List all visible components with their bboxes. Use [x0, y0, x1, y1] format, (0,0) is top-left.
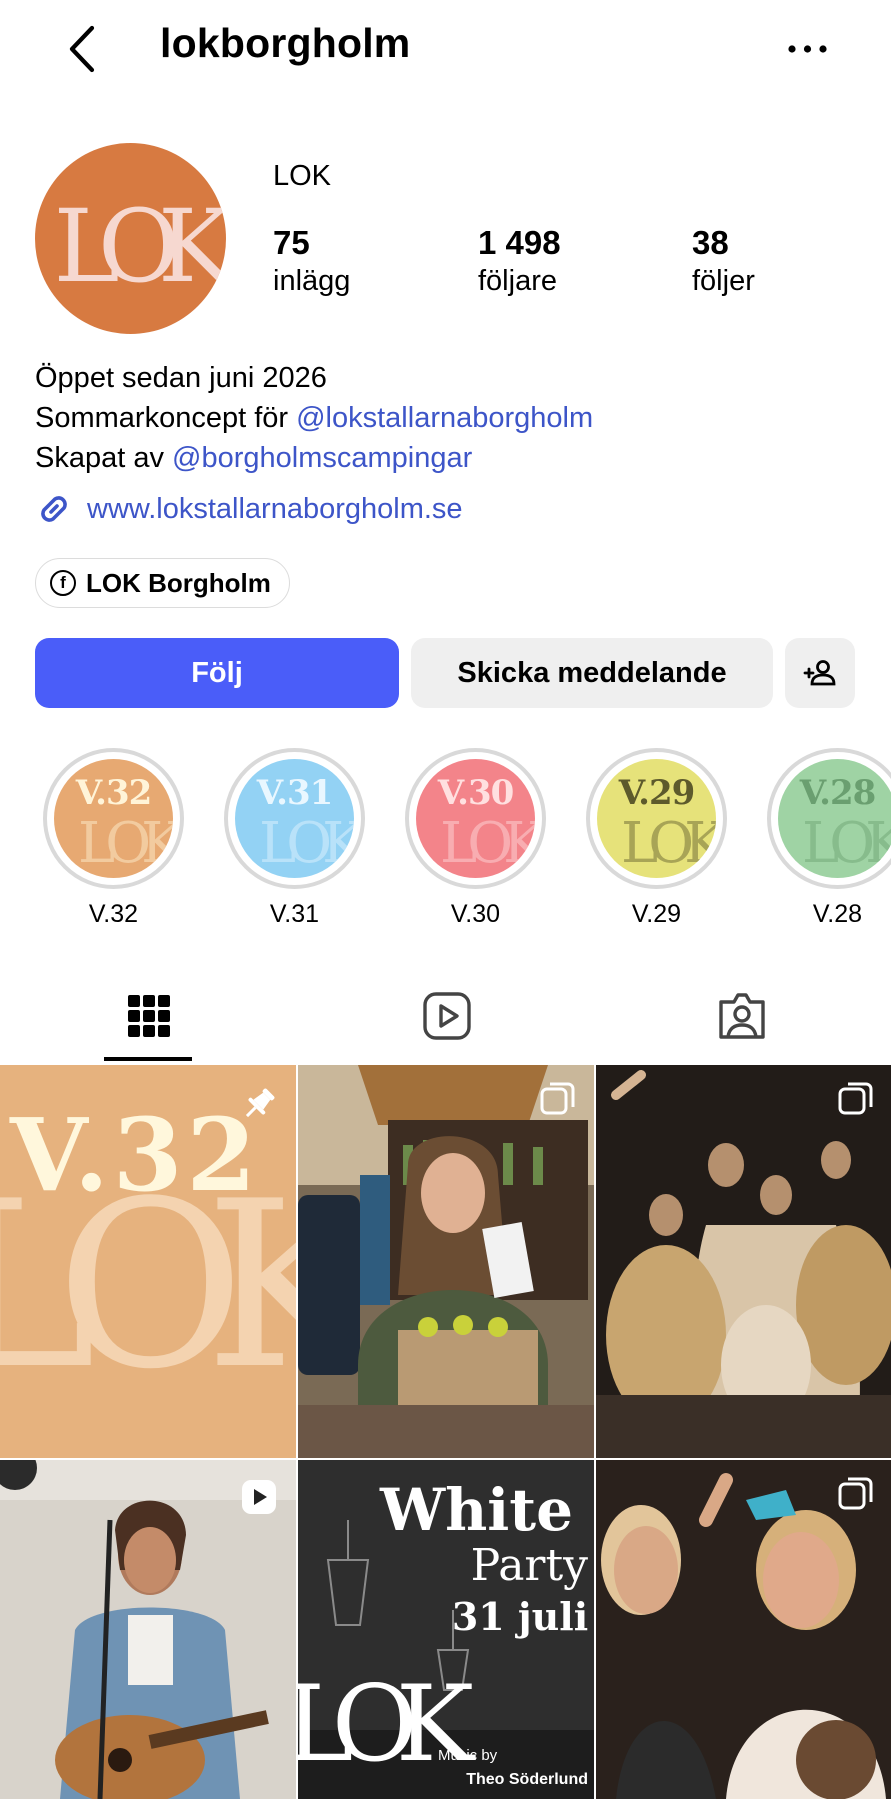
display-name: LOK	[273, 160, 332, 192]
carousel-icon	[838, 1082, 873, 1115]
follow-button[interactable]: Följ	[35, 638, 399, 708]
facebook-chip-label: LOK Borgholm	[86, 567, 271, 598]
tab-reels[interactable]	[298, 972, 596, 1060]
highlight-label: V.30	[450, 900, 501, 928]
post-title-text: V.32	[9, 1096, 260, 1214]
reels-icon	[423, 992, 471, 1040]
grid-icon	[128, 995, 170, 1037]
highlight-cover: V.32 LOK	[54, 759, 173, 878]
post-title-white: White	[379, 1476, 573, 1544]
highlight-v30[interactable]: V.30 LOK	[405, 748, 546, 889]
post-tile[interactable]	[596, 1460, 891, 1799]
carousel-icon	[838, 1477, 873, 1510]
post-logo-text: LOK	[298, 1663, 477, 1785]
post-photo-bartender	[298, 1065, 594, 1458]
tab-tagged[interactable]	[593, 972, 891, 1060]
highlight-logo: LOK	[621, 811, 716, 876]
highlight-label: V.31	[269, 900, 320, 928]
suggested-users-button[interactable]	[785, 638, 855, 708]
post-photo-crowd-dancing	[596, 1065, 891, 1458]
highlight-cover-text: V.28	[799, 773, 877, 813]
more-icon	[788, 45, 827, 53]
post-date: 31 juli	[452, 1594, 588, 1639]
active-tab-indicator	[104, 1057, 192, 1061]
website-link[interactable]: www.lokstallarnaborgholm.se	[35, 490, 463, 528]
highlight-label: V.29	[631, 900, 682, 928]
link-icon	[41, 496, 67, 522]
add-person-icon	[803, 660, 836, 686]
highlight-cover: V.30 LOK	[416, 759, 535, 878]
mention-link[interactable]: @lokstallarnaborgholm	[296, 402, 593, 434]
highlight-label: V.28	[812, 900, 863, 928]
post-tile[interactable]: LOK V.32	[0, 1065, 296, 1458]
following-count[interactable]: 38	[692, 224, 729, 262]
highlight-cover: V.29 LOK	[597, 759, 716, 878]
posts-label[interactable]: inlägg	[273, 265, 350, 298]
highlight-v29[interactable]: V.29 LOK	[586, 748, 727, 889]
post-tile[interactable]	[0, 1460, 296, 1799]
post-tile[interactable]	[596, 1065, 891, 1458]
bio-text: Sommarkoncept för	[35, 402, 297, 434]
more-options-button[interactable]	[785, 34, 830, 64]
reel-play-icon	[242, 1480, 276, 1514]
bio-text: Skapat av	[35, 442, 173, 474]
tagged-person-icon	[719, 993, 765, 1039]
highlight-v31[interactable]: V.31 LOK	[224, 748, 365, 889]
highlight-logo: LOK	[440, 811, 535, 876]
highlight-cover-text: V.29	[618, 773, 696, 813]
posts-count[interactable]: 75	[273, 224, 310, 262]
post-artist-name: Theo Söderlund	[466, 1771, 588, 1788]
bio-line-3: Skapat av @borgholmscampingar	[35, 442, 472, 475]
highlight-logo: LOK	[259, 811, 354, 876]
post-music-by: Music by	[438, 1747, 498, 1764]
following-label[interactable]: följer	[692, 265, 755, 298]
highlight-logo: LOK	[78, 811, 173, 876]
tab-posts-grid[interactable]	[0, 972, 298, 1060]
highlight-cover: V.31 LOK	[235, 759, 354, 878]
bio-line-1: Öppet sedan juni 2026	[35, 362, 327, 394]
profile-avatar[interactable]: LOK	[35, 143, 226, 334]
highlight-label: V.32	[88, 900, 139, 928]
avatar-logo-text: LOK	[53, 188, 226, 305]
post-tile[interactable]: White Party 31 juli LOK Music by Theo Sö…	[298, 1460, 594, 1799]
post-title-party: Party	[471, 1540, 589, 1591]
website-url[interactable]: www.lokstallarnaborgholm.se	[87, 493, 463, 526]
message-button[interactable]: Skicka meddelande	[411, 638, 773, 708]
highlight-cover-text: V.32	[75, 773, 153, 813]
highlight-cover-text: V.30	[437, 773, 515, 813]
carousel-icon	[540, 1082, 575, 1115]
highlight-v28[interactable]: V.28 LOK	[767, 748, 891, 889]
highlight-cover-text: V.31	[256, 773, 334, 813]
facebook-link-chip[interactable]: f LOK Borgholm	[35, 558, 290, 608]
bio-line-2: Sommarkoncept för @lokstallarnaborgholm	[35, 402, 593, 435]
chevron-left-icon	[69, 25, 95, 73]
followers-label[interactable]: följare	[478, 265, 557, 298]
back-button[interactable]	[64, 24, 104, 74]
pin-icon	[245, 1088, 275, 1118]
post-tile[interactable]	[298, 1065, 594, 1458]
highlight-logo: LOK	[802, 811, 891, 876]
highlight-cover: V.28 LOK	[778, 759, 891, 878]
highlight-v32[interactable]: V.32 LOK	[43, 748, 184, 889]
mention-link[interactable]: @borgholmscampingar	[172, 442, 472, 474]
profile-username: lokborgholm	[160, 20, 411, 66]
facebook-icon: f	[50, 570, 76, 596]
followers-count[interactable]: 1 498	[478, 224, 561, 262]
